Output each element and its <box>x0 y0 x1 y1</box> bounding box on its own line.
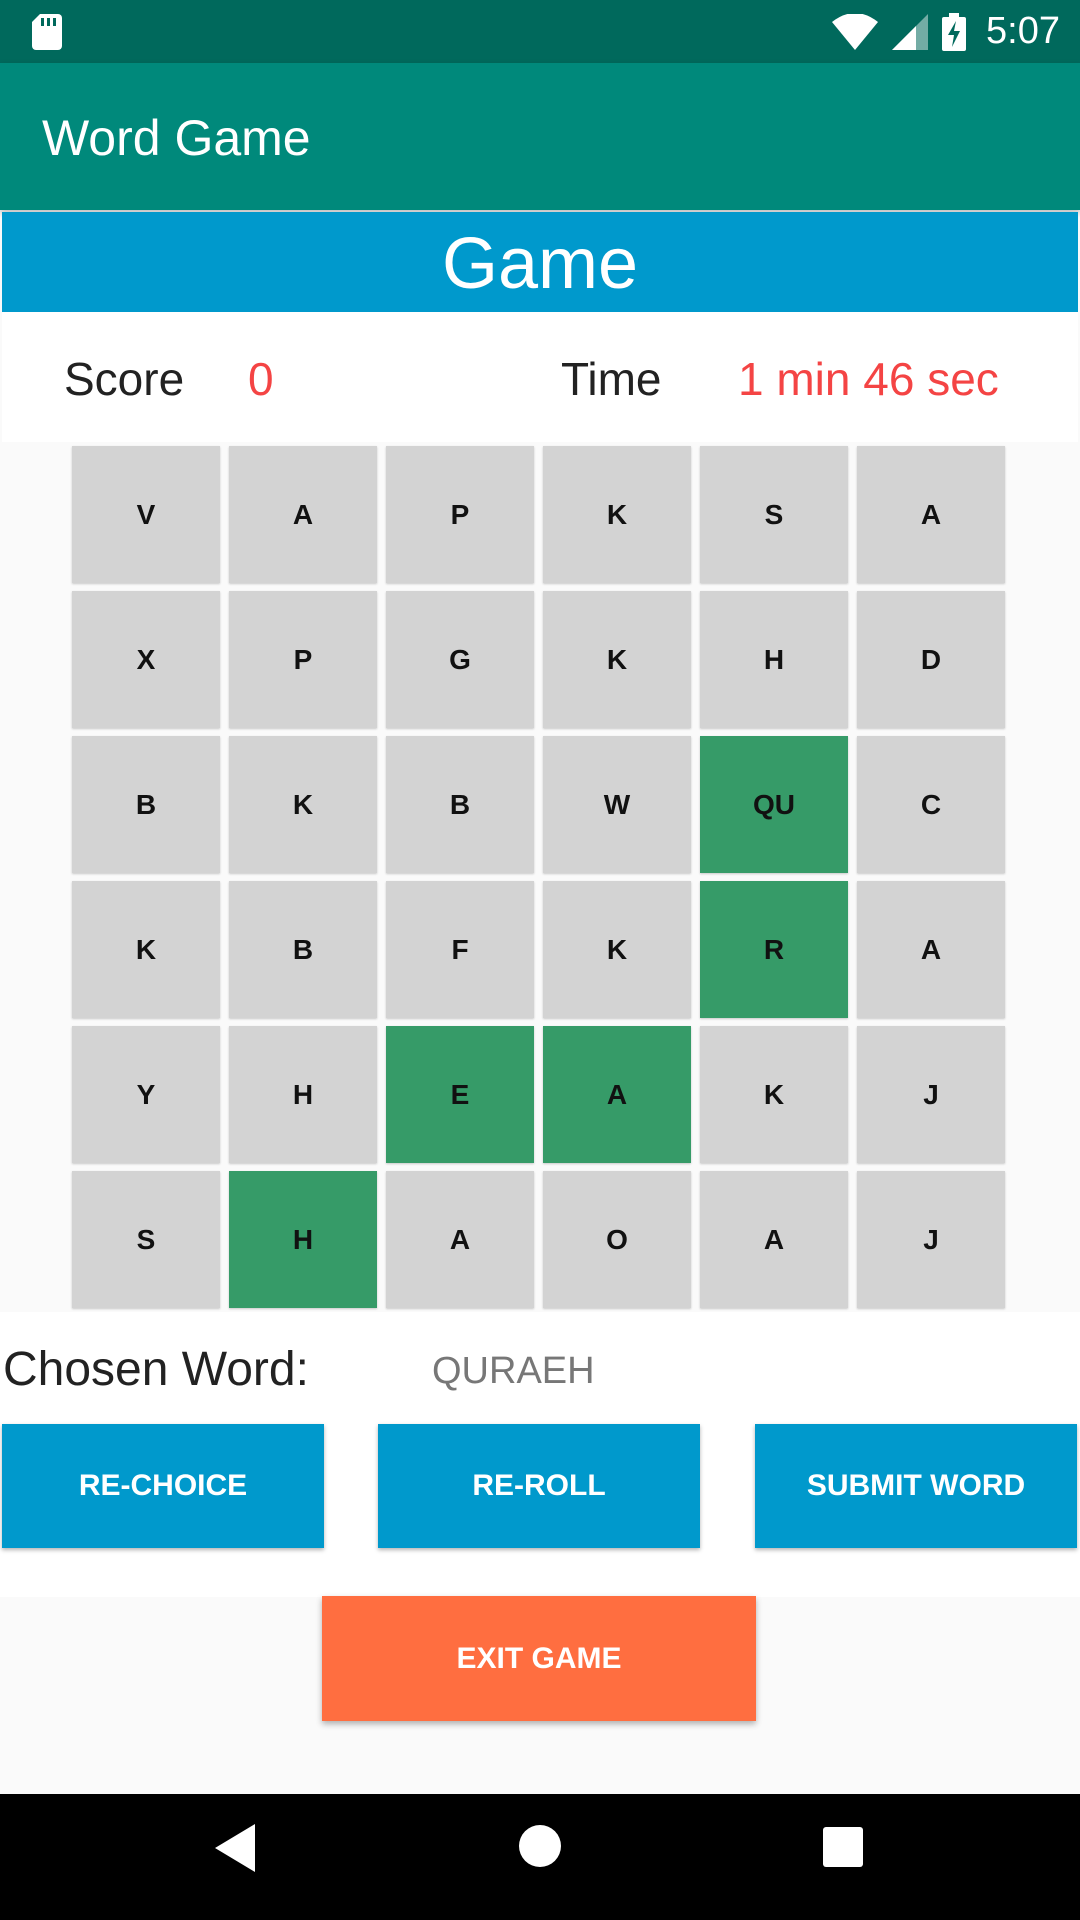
chosen-word-label: Chosen Word: <box>3 1343 309 1396</box>
signal-icon <box>892 13 929 50</box>
letter-tile[interactable]: P <box>229 591 377 728</box>
home-icon[interactable] <box>518 1824 562 1868</box>
letter-tile[interactable]: B <box>229 881 377 1018</box>
letter-tile[interactable]: K <box>543 881 691 1018</box>
letter-tile[interactable]: E <box>386 1026 534 1163</box>
letter-tile[interactable]: A <box>857 881 1005 1018</box>
score-value: 0 <box>248 353 274 405</box>
letter-tile[interactable]: R <box>700 881 848 1018</box>
letter-tile[interactable]: QU <box>700 736 848 873</box>
letter-tile[interactable]: H <box>229 1026 377 1163</box>
letter-tile[interactable]: K <box>543 591 691 728</box>
letter-tile[interactable]: C <box>857 736 1005 873</box>
sd-card-icon <box>32 14 62 50</box>
letter-tile[interactable]: J <box>857 1171 1005 1308</box>
recents-icon[interactable] <box>823 1827 863 1867</box>
letter-tile[interactable]: B <box>72 736 220 873</box>
letter-tile[interactable]: D <box>857 591 1005 728</box>
time-label: Time <box>561 353 662 405</box>
letter-tile[interactable]: S <box>700 446 848 583</box>
letter-tile[interactable]: K <box>229 736 377 873</box>
chosen-word-value: QURAEH <box>432 1350 595 1392</box>
letter-tile[interactable]: W <box>543 736 691 873</box>
wifi-icon <box>832 13 879 50</box>
letter-tile[interactable]: F <box>386 881 534 1018</box>
letter-tile[interactable]: A <box>700 1171 848 1308</box>
letter-tile[interactable]: P <box>386 446 534 583</box>
battery-charging-icon <box>942 12 967 51</box>
letter-tile[interactable]: A <box>543 1026 691 1163</box>
score-label: Score <box>64 353 185 405</box>
letter-tile[interactable]: A <box>857 446 1005 583</box>
score-row: Score 0 Time 1 min 46 sec <box>2 312 1078 442</box>
app-title: Word Game <box>42 110 311 166</box>
letter-tile[interactable]: V <box>72 446 220 583</box>
letter-tile[interactable]: A <box>229 446 377 583</box>
letter-tile[interactable]: J <box>857 1026 1005 1163</box>
letter-tile[interactable]: S <box>72 1171 220 1308</box>
letter-grid: V A P K S A X P G K H D B K B W QU C K B F K R A Y H E A K J S H A O A J <box>0 442 1080 1312</box>
letter-tile[interactable]: A <box>386 1171 534 1308</box>
letter-tile[interactable]: X <box>72 591 220 728</box>
letter-tile[interactable]: B <box>386 736 534 873</box>
letter-tile[interactable]: O <box>543 1171 691 1308</box>
letter-tile[interactable]: K <box>543 446 691 583</box>
clock-time: 5:07 <box>986 10 1060 52</box>
navigation-bar <box>0 1794 1080 1920</box>
letter-tile[interactable]: G <box>386 591 534 728</box>
game-header: Game <box>2 212 1078 312</box>
letter-tile[interactable]: Y <box>72 1026 220 1163</box>
letter-tile[interactable]: H <box>700 591 848 728</box>
submit-word-button[interactable]: SUBMIT WORD <box>755 1424 1077 1548</box>
reroll-button[interactable]: RE-ROLL <box>378 1424 700 1548</box>
letter-tile[interactable]: K <box>72 881 220 1018</box>
back-icon[interactable] <box>215 1824 257 1872</box>
letter-tile[interactable]: K <box>700 1026 848 1163</box>
exit-game-button[interactable]: EXIT GAME <box>322 1596 756 1721</box>
time-value: 1 min 46 sec <box>738 353 999 405</box>
rechoice-button[interactable]: RE-CHOICE <box>2 1424 324 1548</box>
letter-tile[interactable]: H <box>229 1171 377 1308</box>
status-bar: 5:07 <box>0 0 1080 63</box>
app-bar: Word Game <box>0 63 1080 210</box>
